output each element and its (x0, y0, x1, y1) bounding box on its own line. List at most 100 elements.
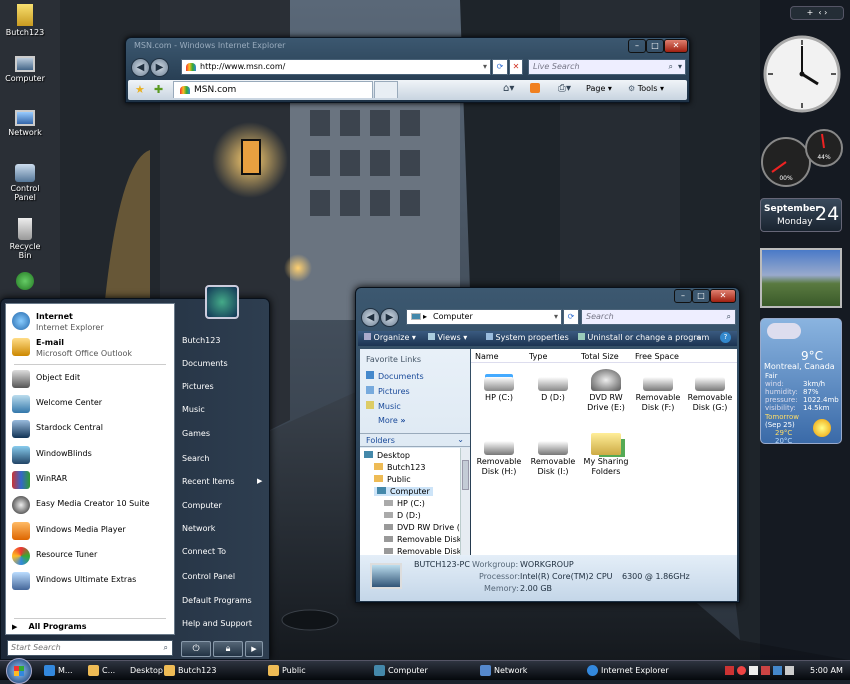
drive-removable-i[interactable]: Removable Disk (I:) (528, 441, 578, 477)
explorer-close-button[interactable]: ✕ (710, 289, 736, 303)
desktop-icon-network[interactable]: Network (2, 110, 48, 137)
recent-easy-media-creator[interactable]: Easy Media Creator 10 Suite (10, 494, 172, 516)
start-right-computer[interactable]: Computer (182, 501, 222, 510)
start-right-help-and-support[interactable]: Help and Support (182, 619, 252, 628)
tray-icon[interactable] (725, 666, 734, 675)
more-commands-icon[interactable]: » (696, 333, 701, 342)
taskbar-item-computer[interactable]: Computer (374, 663, 428, 679)
recent-object-edit[interactable]: Object Edit (10, 368, 172, 390)
column-total-size[interactable]: Total Size (581, 352, 619, 361)
explorer-refresh-button[interactable]: ⟳ (563, 309, 579, 325)
taskbar-item-network[interactable]: Network (480, 663, 527, 679)
explorer-forward-button[interactable]: ▶ (380, 308, 399, 327)
explorer-back-button[interactable]: ◀ (361, 308, 380, 327)
system-properties-button[interactable]: System properties (486, 333, 569, 342)
column-name[interactable]: Name (475, 352, 499, 361)
start-right-recent-items[interactable]: Recent Items (182, 477, 235, 486)
start-right-connect-to[interactable]: Connect To (182, 547, 226, 556)
page-menu[interactable]: Page ▾ (586, 84, 612, 93)
start-right-pictures[interactable]: Pictures (182, 382, 214, 391)
weather-gadget[interactable]: 9°C Montreal, Canada Fair wind: 3km/h hu… (760, 318, 842, 445)
scrollbar-thumb[interactable] (462, 460, 469, 490)
ie-refresh-button[interactable]: ⟳ (492, 59, 508, 75)
tree-removable-f[interactable]: Removable Disk (384, 535, 460, 544)
add-gadget-icon[interactable]: + (807, 8, 814, 17)
tree-desktop[interactable]: Desktop (364, 451, 410, 460)
taskbar-item-desktop[interactable]: Desktop (130, 663, 163, 679)
organize-button[interactable]: Organize ▾ (364, 333, 416, 342)
tree-computer[interactable]: Computer (374, 487, 433, 496)
calendar-gadget[interactable]: September Monday 24 (760, 198, 842, 232)
drive-removable-h[interactable]: Removable Disk (H:) (474, 441, 524, 477)
previous-icon[interactable]: ‹ (818, 8, 821, 17)
drive-removable-f[interactable]: Removable Disk (F:) (633, 377, 683, 413)
home-icon[interactable]: ⌂▾ (503, 83, 514, 94)
slideshow-gadget[interactable] (760, 248, 842, 308)
explorer-minimize-button[interactable]: – (674, 289, 692, 303)
folders-header[interactable]: Folders ⌄ (360, 433, 470, 447)
search-dropdown-icon[interactable]: ▾ (678, 60, 682, 74)
tree-scrollbar[interactable] (460, 448, 470, 555)
taskbar-item-internet-explorer[interactable]: Internet Explorer (587, 663, 669, 679)
ie-maximize-button[interactable]: □ (646, 39, 664, 53)
recent-windows-media-player[interactable]: Windows Media Player (10, 520, 172, 542)
recent-stardock-central[interactable]: Stardock Central (10, 418, 172, 440)
recent-windowblinds[interactable]: WindowBlinds (10, 444, 172, 466)
tree-public[interactable]: Public (374, 475, 411, 484)
desktop-icon-control-panel[interactable]: Control Panel (2, 164, 48, 202)
ie-tab-msn[interactable]: MSN.com (173, 81, 373, 98)
feeds-icon[interactable] (530, 83, 540, 93)
add-favorites-icon[interactable]: ✚ (154, 83, 163, 96)
recent-windows-ultimate-extras[interactable]: Windows Ultimate Extras (10, 570, 172, 592)
power-button[interactable]: ⏻ (181, 641, 211, 657)
cpu-meter-gadget[interactable]: 00% 44% (760, 126, 848, 190)
favorite-documents[interactable]: Documents (366, 371, 424, 381)
column-type[interactable]: Type (529, 352, 547, 361)
pinned-email[interactable]: E-mail Microsoft Office Outlook (10, 336, 172, 362)
start-right-control-panel[interactable]: Control Panel (182, 572, 235, 581)
my-sharing-folders[interactable]: My Sharing Folders (581, 433, 631, 477)
column-free-space[interactable]: Free Space (635, 352, 679, 361)
recent-resource-tuner[interactable]: Resource Tuner (10, 545, 172, 567)
address-dropdown-icon[interactable]: ▾ (483, 60, 487, 74)
ie-forward-button[interactable]: ▶ (150, 58, 169, 77)
pinned-internet[interactable]: Internet Internet Explorer (10, 310, 172, 336)
all-programs-button[interactable]: ▶ All Programs (12, 622, 162, 636)
tray-icon[interactable] (749, 666, 758, 675)
explorer-address-bar[interactable]: ▸ Computer ▾ (406, 309, 562, 325)
desktop-icon-users[interactable] (2, 272, 48, 292)
start-right-search[interactable]: Search (182, 454, 209, 463)
explorer-maximize-button[interactable]: □ (692, 289, 710, 303)
taskbar-clock[interactable]: 5:00 AM (810, 663, 843, 679)
drive-d[interactable]: D (D:) (528, 377, 578, 403)
start-right-music[interactable]: Music (182, 405, 205, 414)
desktop-icon-recycle-bin[interactable]: Recycle Bin (2, 218, 48, 260)
tree-dvd-e[interactable]: DVD RW Drive (E (384, 523, 460, 532)
favorite-more[interactable]: More » (378, 416, 406, 425)
tree-d[interactable]: D (D:) (384, 511, 421, 520)
print-icon[interactable]: ⎙▾ (558, 83, 571, 94)
ie-search-box[interactable]: Live Search ⌕ ▾ (528, 59, 686, 75)
tray-icon[interactable] (773, 666, 782, 675)
search-icon[interactable]: ⌕ (727, 310, 731, 324)
start-right-documents[interactable]: Documents (182, 359, 228, 368)
desktop-icon-butch123[interactable]: Butch123 (2, 4, 48, 37)
recent-welcome-center[interactable]: Welcome Center (10, 393, 172, 415)
address-dropdown-icon[interactable]: ▾ (554, 310, 558, 324)
ie-stop-button[interactable]: ✕ (509, 59, 523, 75)
desktop-icon-computer[interactable]: Computer (2, 56, 48, 83)
start-right-network[interactable]: Network (182, 524, 215, 533)
recent-winrar[interactable]: WinRAR (10, 469, 172, 491)
taskbar-item-butch123[interactable]: Butch123 (164, 663, 216, 679)
tree-butch123[interactable]: Butch123 (374, 463, 425, 472)
tree-removable-g[interactable]: Removable Disk (384, 547, 460, 555)
ie-close-button[interactable]: ✕ (664, 39, 688, 53)
clock-gadget[interactable] (762, 30, 842, 118)
next-icon[interactable]: › (824, 8, 827, 17)
computer-explorer-window[interactable]: – □ ✕ ◀ ▶ ▸ Computer ▾ ⟳ Search ⌕ Organi… (355, 287, 740, 603)
start-search-box[interactable]: Start Search ⌕ (7, 640, 173, 656)
uninstall-program-button[interactable]: Uninstall or change a program (578, 333, 709, 342)
taskbar-item-computer-short[interactable]: C... (88, 663, 115, 679)
tree-hp-c[interactable]: HP (C:) (384, 499, 425, 508)
taskbar-item-public[interactable]: Public (268, 663, 306, 679)
